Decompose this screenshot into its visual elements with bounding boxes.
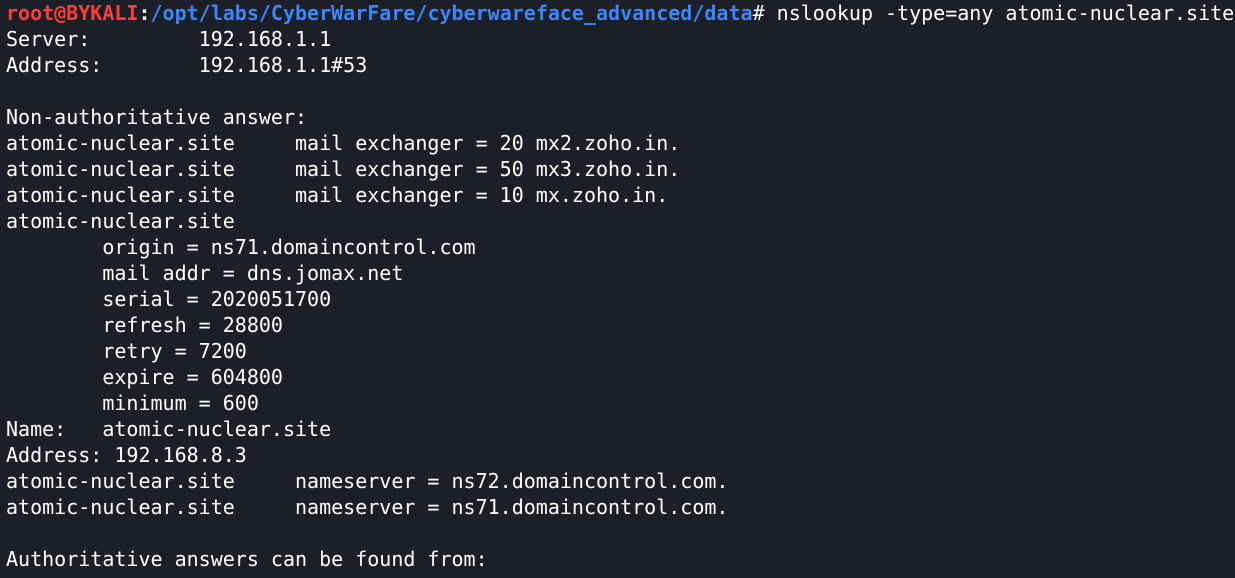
prompt-separator: : — [138, 1, 151, 25]
entered-command: nslookup -type=any atomic-nuclear.site — [764, 1, 1235, 25]
prompt-root-sign: # — [752, 1, 765, 25]
output-line: atomic-nuclear.site mail exchanger = 10 … — [6, 183, 669, 207]
terminal-window[interactable]: root@BYKALI:/opt/labs/CyberWarFare/cyber… — [0, 0, 1235, 578]
output-line: Server: 192.168.1.1 — [6, 27, 332, 51]
output-line: Non-authoritative answer: — [6, 105, 308, 129]
output-line: Authoritative answers can be found from: — [6, 547, 488, 571]
output-line: serial = 2020051700 — [6, 287, 332, 311]
output-line: retry = 7200 — [6, 339, 247, 363]
output-line: refresh = 28800 — [6, 313, 283, 337]
output-line: Address: 192.168.1.1#53 — [6, 53, 368, 77]
output-line: atomic-nuclear.site mail exchanger = 50 … — [6, 157, 681, 181]
output-line: Address: 192.168.8.3 — [6, 443, 247, 467]
output-line: origin = ns71.domaincontrol.com — [6, 235, 476, 259]
output-line: Name: atomic-nuclear.site — [6, 417, 332, 441]
command-prompt-line: root@BYKALI:/opt/labs/CyberWarFare/cyber… — [6, 0, 1235, 26]
output-line: atomic-nuclear.site nameserver = ns71.do… — [6, 495, 729, 519]
prompt-working-directory: /opt/labs/CyberWarFare/cyberwareface_adv… — [150, 1, 753, 25]
output-line: atomic-nuclear.site nameserver = ns72.do… — [6, 469, 729, 493]
output-line: expire = 604800 — [6, 365, 283, 389]
output-line: atomic-nuclear.site mail exchanger = 20 … — [6, 131, 681, 155]
prompt-user-host: root@BYKALI — [6, 1, 139, 25]
output-line: atomic-nuclear.site — [6, 209, 235, 233]
output-line: mail addr = dns.jomax.net — [6, 261, 404, 285]
output-line: minimum = 600 — [6, 391, 259, 415]
